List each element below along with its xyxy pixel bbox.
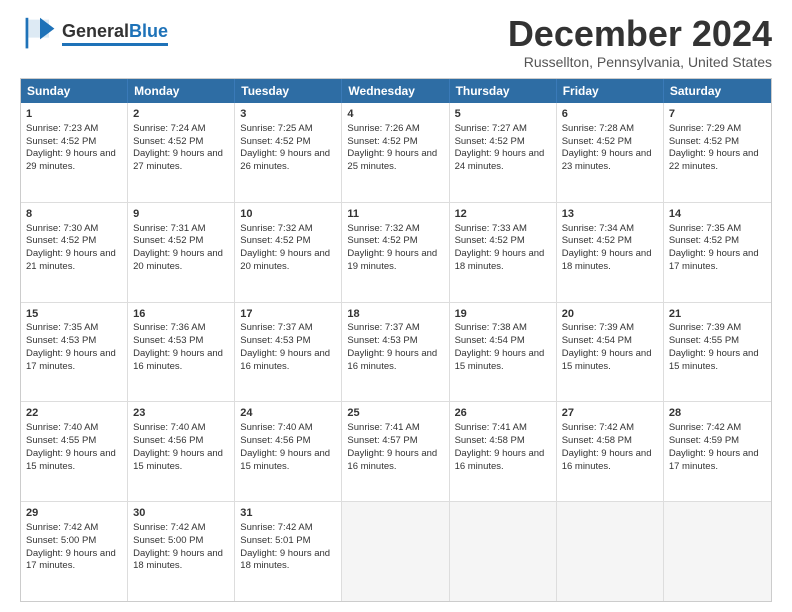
logo-icon [20,16,60,52]
logo-text-block: GeneralBlue [62,22,168,47]
day-21: 21 Sunrise: 7:39 AMSunset: 4:55 PMDaylig… [664,303,771,402]
logo-general-line: GeneralBlue [62,22,168,42]
logo: GeneralBlue [20,16,168,52]
header-wednesday: Wednesday [342,79,449,103]
day-10: 10 Sunrise: 7:32 AMSunset: 4:52 PMDaylig… [235,203,342,302]
day-30: 30 Sunrise: 7:42 AMSunset: 5:00 PMDaylig… [128,502,235,601]
week-row-5: 29 Sunrise: 7:42 AMSunset: 5:00 PMDaylig… [21,502,771,601]
day-26: 26 Sunrise: 7:41 AMSunset: 4:58 PMDaylig… [450,402,557,501]
day-6: 6 Sunrise: 7:28 AMSunset: 4:52 PMDayligh… [557,103,664,202]
week-row-4: 22 Sunrise: 7:40 AMSunset: 4:55 PMDaylig… [21,402,771,502]
month-title: December 2024 [508,16,772,52]
day-empty-4 [664,502,771,601]
day-7: 7 Sunrise: 7:29 AMSunset: 4:52 PMDayligh… [664,103,771,202]
header-thursday: Thursday [450,79,557,103]
day-1: 1 Sunrise: 7:23 AMSunset: 4:52 PMDayligh… [21,103,128,202]
calendar: Sunday Monday Tuesday Wednesday Thursday… [20,78,772,602]
day-29: 29 Sunrise: 7:42 AMSunset: 5:00 PMDaylig… [21,502,128,601]
day-5: 5 Sunrise: 7:27 AMSunset: 4:52 PMDayligh… [450,103,557,202]
calendar-header: Sunday Monday Tuesday Wednesday Thursday… [21,79,771,103]
location: Russellton, Pennsylvania, United States [508,54,772,70]
logo-general: General [62,21,129,41]
day-9: 9 Sunrise: 7:31 AMSunset: 4:52 PMDayligh… [128,203,235,302]
day-empty-1 [342,502,449,601]
day-14: 14 Sunrise: 7:35 AMSunset: 4:52 PMDaylig… [664,203,771,302]
day-4: 4 Sunrise: 7:26 AMSunset: 4:52 PMDayligh… [342,103,449,202]
week-row-2: 8 Sunrise: 7:30 AMSunset: 4:52 PMDayligh… [21,203,771,303]
week-row-1: 1 Sunrise: 7:23 AMSunset: 4:52 PMDayligh… [21,103,771,203]
day-empty-3 [557,502,664,601]
day-12: 12 Sunrise: 7:33 AMSunset: 4:52 PMDaylig… [450,203,557,302]
logo-underline [62,43,168,46]
week-row-3: 15 Sunrise: 7:35 AMSunset: 4:53 PMDaylig… [21,303,771,403]
header-sunday: Sunday [21,79,128,103]
day-13: 13 Sunrise: 7:34 AMSunset: 4:52 PMDaylig… [557,203,664,302]
calendar-body: 1 Sunrise: 7:23 AMSunset: 4:52 PMDayligh… [21,103,771,601]
day-8: 8 Sunrise: 7:30 AMSunset: 4:52 PMDayligh… [21,203,128,302]
day-27: 27 Sunrise: 7:42 AMSunset: 4:58 PMDaylig… [557,402,664,501]
day-16: 16 Sunrise: 7:36 AMSunset: 4:53 PMDaylig… [128,303,235,402]
header-friday: Friday [557,79,664,103]
day-20: 20 Sunrise: 7:39 AMSunset: 4:54 PMDaylig… [557,303,664,402]
day-31: 31 Sunrise: 7:42 AMSunset: 5:01 PMDaylig… [235,502,342,601]
day-24: 24 Sunrise: 7:40 AMSunset: 4:56 PMDaylig… [235,402,342,501]
day-22: 22 Sunrise: 7:40 AMSunset: 4:55 PMDaylig… [21,402,128,501]
day-3: 3 Sunrise: 7:25 AMSunset: 4:52 PMDayligh… [235,103,342,202]
day-17: 17 Sunrise: 7:37 AMSunset: 4:53 PMDaylig… [235,303,342,402]
day-15: 15 Sunrise: 7:35 AMSunset: 4:53 PMDaylig… [21,303,128,402]
day-11: 11 Sunrise: 7:32 AMSunset: 4:52 PMDaylig… [342,203,449,302]
day-2: 2 Sunrise: 7:24 AMSunset: 4:52 PMDayligh… [128,103,235,202]
day-empty-2 [450,502,557,601]
header-saturday: Saturday [664,79,771,103]
day-23: 23 Sunrise: 7:40 AMSunset: 4:56 PMDaylig… [128,402,235,501]
day-28: 28 Sunrise: 7:42 AMSunset: 4:59 PMDaylig… [664,402,771,501]
day-25: 25 Sunrise: 7:41 AMSunset: 4:57 PMDaylig… [342,402,449,501]
header: GeneralBlue December 2024 Russellton, Pe… [20,16,772,70]
calendar-page: GeneralBlue December 2024 Russellton, Pe… [0,0,792,612]
header-monday: Monday [128,79,235,103]
title-block: December 2024 Russellton, Pennsylvania, … [508,16,772,70]
header-tuesday: Tuesday [235,79,342,103]
logo-blue: Blue [129,21,168,41]
day-19: 19 Sunrise: 7:38 AMSunset: 4:54 PMDaylig… [450,303,557,402]
day-18: 18 Sunrise: 7:37 AMSunset: 4:53 PMDaylig… [342,303,449,402]
